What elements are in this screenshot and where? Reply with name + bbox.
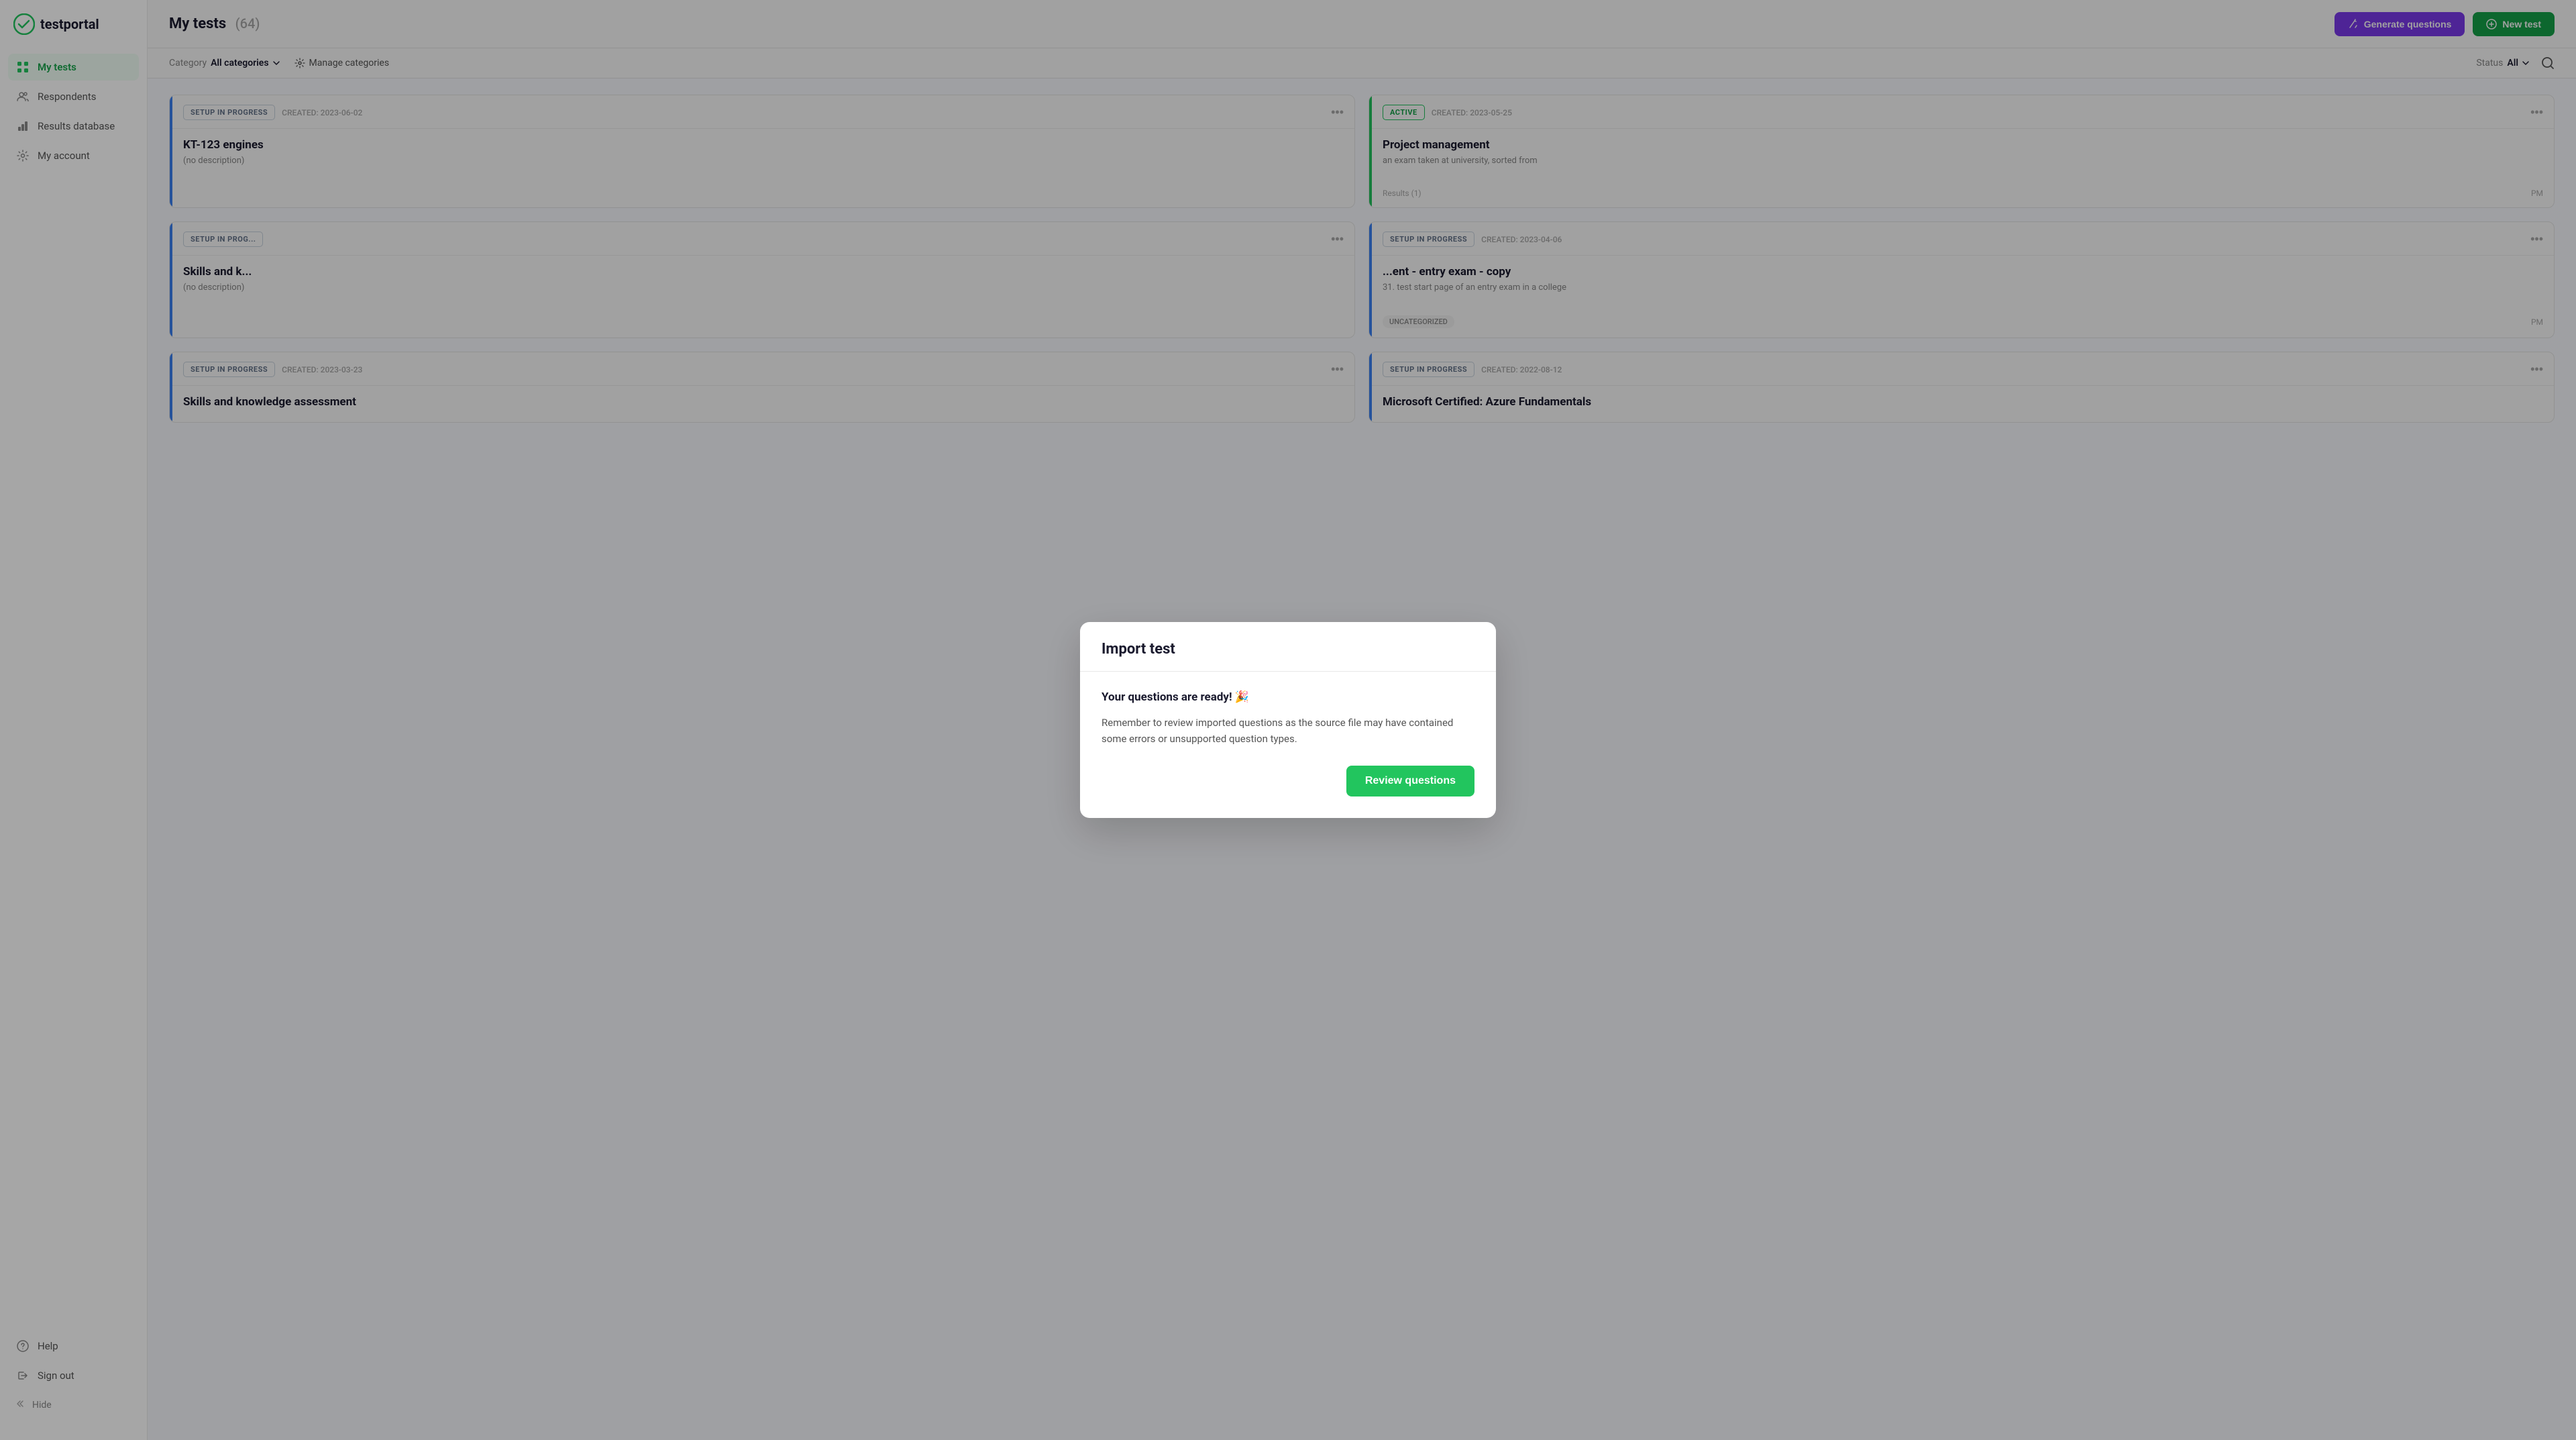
modal-ready-text: Your questions are ready! 🎉 <box>1102 690 1474 704</box>
modal-overlay[interactable]: Import test Your questions are ready! 🎉 … <box>0 0 2576 1440</box>
modal-actions: Review questions <box>1102 766 1474 796</box>
import-test-modal: Import test Your questions are ready! 🎉 … <box>1080 622 1496 818</box>
modal-header: Import test <box>1080 622 1496 672</box>
modal-description: Remember to review imported questions as… <box>1102 715 1474 747</box>
modal-body: Your questions are ready! 🎉 Remember to … <box>1080 672 1496 818</box>
modal-title: Import test <box>1102 641 1474 658</box>
review-questions-button[interactable]: Review questions <box>1346 766 1474 796</box>
